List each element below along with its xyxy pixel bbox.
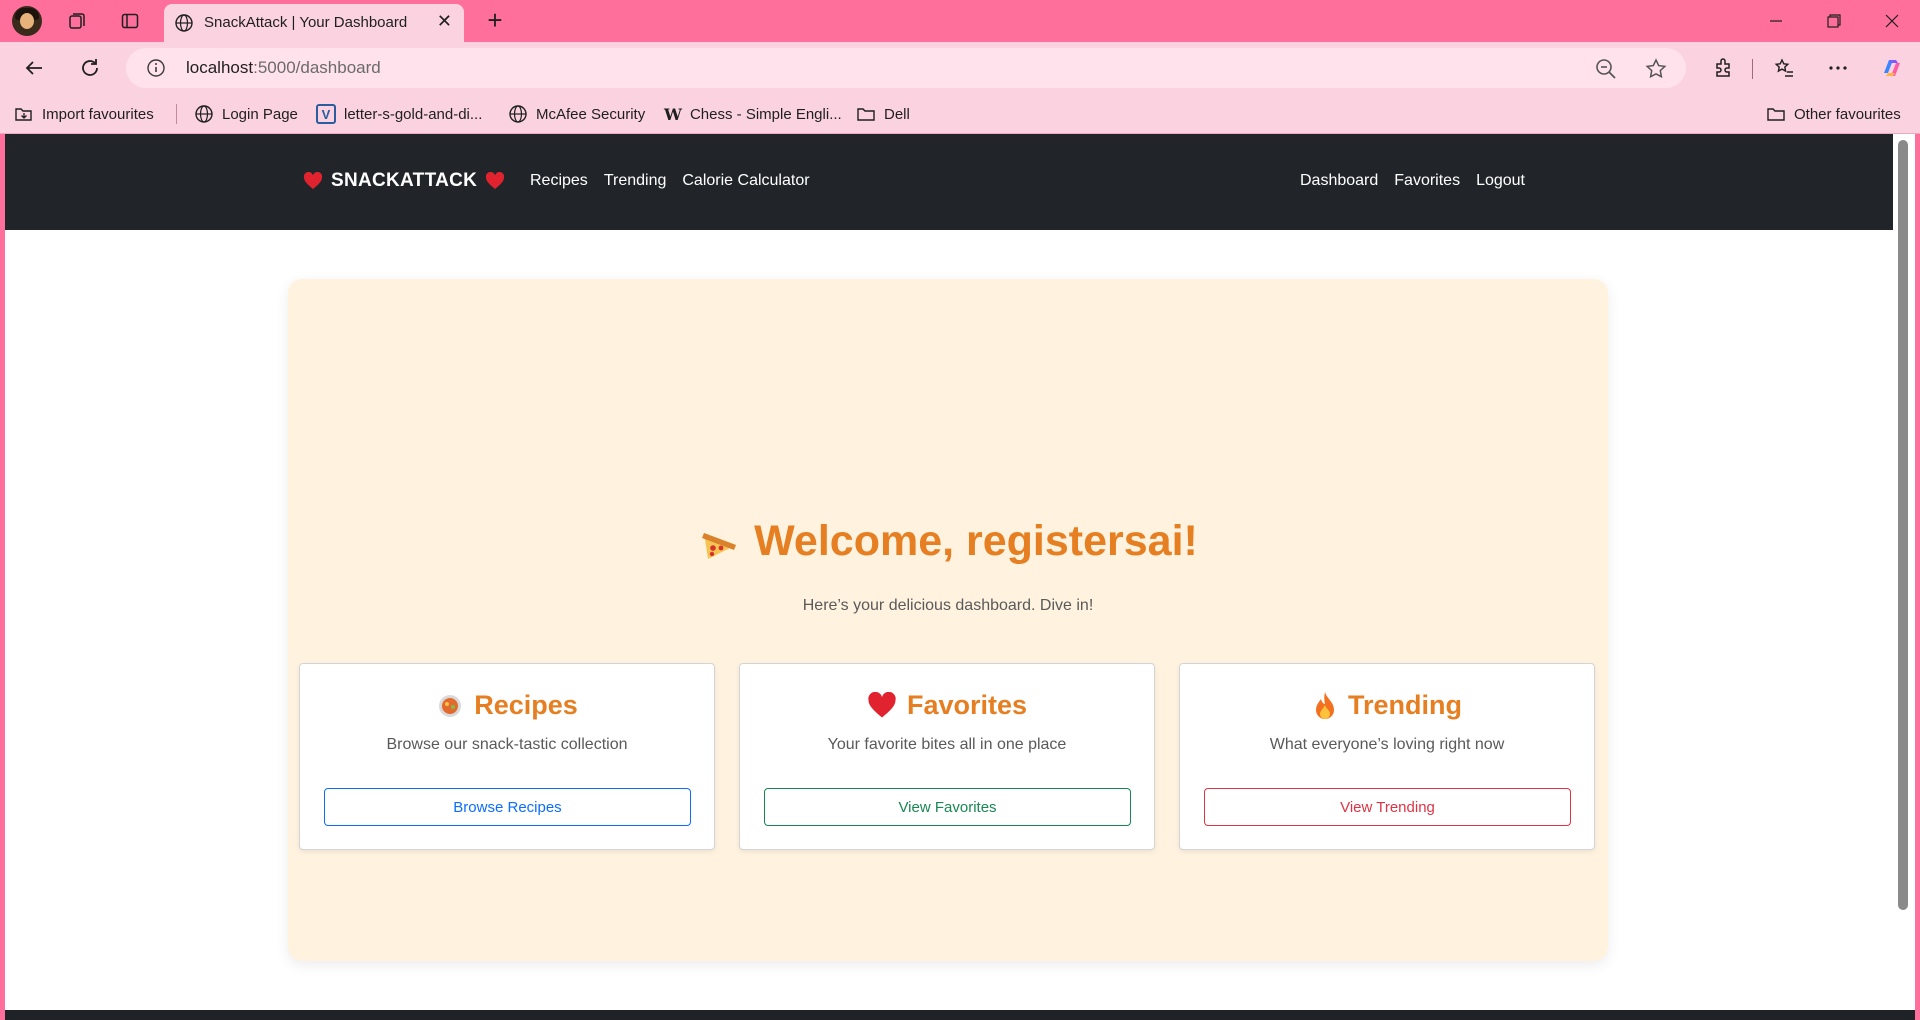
recipes-card: Recipes Browse our snack-tastic collecti… xyxy=(299,663,715,850)
view-favorites-button[interactable]: View Favorites xyxy=(764,788,1131,826)
page-viewport: SNACKATTACK Recipes Trending Calorie Cal… xyxy=(5,134,1893,1010)
restore-icon[interactable] xyxy=(1806,4,1862,38)
pizza-icon xyxy=(702,532,737,559)
bookmarks-bar: Import favourites Login Page V letter-s-… xyxy=(0,94,1920,134)
bookmark-separator xyxy=(176,104,177,124)
nav-logout-link[interactable]: Logout xyxy=(1476,172,1525,190)
globe-icon xyxy=(195,105,213,123)
fire-icon xyxy=(1316,691,1334,719)
page-scrollbar[interactable] xyxy=(1893,134,1915,1010)
welcome-heading: Welcome, registersai! xyxy=(288,517,1608,566)
brand-logo[interactable]: SNACKATTACK xyxy=(303,170,505,192)
nav-recipes-link[interactable]: Recipes xyxy=(530,172,588,190)
back-arrow-icon[interactable] xyxy=(16,51,52,85)
nav-favorites-link[interactable]: Favorites xyxy=(1394,172,1460,190)
browser-toolbar: localhost:5000/dashboard xyxy=(0,42,1920,94)
globe-icon xyxy=(509,105,527,123)
bookmark-letter-s-gold[interactable]: V letter-s-gold-and-di... xyxy=(316,102,482,126)
scrollbar-thumb[interactable] xyxy=(1898,140,1908,910)
trending-card: Trending What everyone’s loving right no… xyxy=(1179,663,1595,850)
heart-icon xyxy=(868,692,896,718)
dashboard-hero: Welcome, registersai! Here’s your delici… xyxy=(288,279,1608,961)
close-window-icon[interactable] xyxy=(1864,4,1920,38)
favorites-card-title: Favorites xyxy=(740,690,1154,721)
new-tab-button[interactable]: + xyxy=(478,6,512,36)
browser-title-bar: SnackAttack | Your Dashboard ✕ + xyxy=(0,0,1920,42)
site-nav-left: Recipes Trending Calorie Calculator xyxy=(530,172,810,190)
bookmark-mcafee[interactable]: McAfee Security xyxy=(508,102,645,126)
bookmark-import-favourites[interactable]: Import favourites xyxy=(14,102,154,126)
folder-icon xyxy=(857,108,875,121)
tab-title: SnackAttack | Your Dashboard xyxy=(204,14,408,31)
site-navbar: SNACKATTACK Recipes Trending Calorie Cal… xyxy=(5,134,1893,230)
site-footer-edge xyxy=(5,1010,1915,1020)
site-info-icon[interactable] xyxy=(146,58,166,78)
nav-calorie-calculator-link[interactable]: Calorie Calculator xyxy=(682,172,809,190)
address-bar[interactable]: localhost:5000/dashboard xyxy=(126,48,1686,88)
more-options-icon[interactable] xyxy=(1820,51,1856,85)
nav-dashboard-link[interactable]: Dashboard xyxy=(1300,172,1378,190)
copilot-icon[interactable] xyxy=(1874,51,1910,85)
favourites-list-icon[interactable] xyxy=(1766,51,1802,85)
nav-trending-link[interactable]: Trending xyxy=(604,172,667,190)
browse-recipes-button[interactable]: Browse Recipes xyxy=(324,788,691,826)
tab-actions-icon[interactable] xyxy=(113,6,147,36)
profile-avatar[interactable] xyxy=(12,6,42,36)
site-nav-right: Dashboard Favorites Logout xyxy=(1300,172,1525,190)
wikipedia-icon: W xyxy=(664,104,682,124)
extensions-icon[interactable] xyxy=(1706,51,1742,85)
folder-icon xyxy=(1767,108,1785,121)
vectorstock-icon: V xyxy=(316,104,336,124)
refresh-icon[interactable] xyxy=(72,51,108,85)
bookmark-dell-folder[interactable]: Dell xyxy=(856,102,910,126)
trending-card-title: Trending xyxy=(1180,690,1594,721)
view-trending-button[interactable]: View Trending xyxy=(1204,788,1571,826)
trending-card-desc: What everyone’s loving right now xyxy=(1269,736,1505,753)
heart-icon xyxy=(303,172,323,189)
minimize-icon[interactable] xyxy=(1748,4,1804,38)
favorites-card-desc: Your favorite bites all in one place xyxy=(827,736,1067,753)
toolbar-divider xyxy=(1752,59,1753,79)
recipes-card-title: Recipes xyxy=(300,690,714,721)
bookmark-login-page[interactable]: Login Page xyxy=(194,102,298,126)
heart-icon xyxy=(486,172,505,189)
favorites-card: Favorites Your favorite bites all in one… xyxy=(739,663,1155,850)
close-tab-icon[interactable]: ✕ xyxy=(437,11,452,32)
soup-bowl-icon xyxy=(439,694,462,717)
zoom-out-icon[interactable] xyxy=(1594,57,1618,81)
import-icon xyxy=(15,108,32,121)
welcome-subtitle: Here’s your delicious dashboard. Dive in… xyxy=(802,597,1094,614)
recipes-card-desc: Browse our snack-tastic collection xyxy=(386,736,628,753)
bookmark-other-favourites[interactable]: Other favourites xyxy=(1766,102,1901,126)
favourite-star-icon[interactable] xyxy=(1644,57,1668,81)
workspaces-icon[interactable] xyxy=(60,6,94,36)
globe-icon xyxy=(175,14,193,32)
active-tab[interactable]: SnackAttack | Your Dashboard ✕ xyxy=(164,4,464,42)
url-text[interactable]: localhost:5000/dashboard xyxy=(186,58,381,78)
bookmark-chess-wikipedia[interactable]: W Chess - Simple Engli... xyxy=(664,102,842,126)
